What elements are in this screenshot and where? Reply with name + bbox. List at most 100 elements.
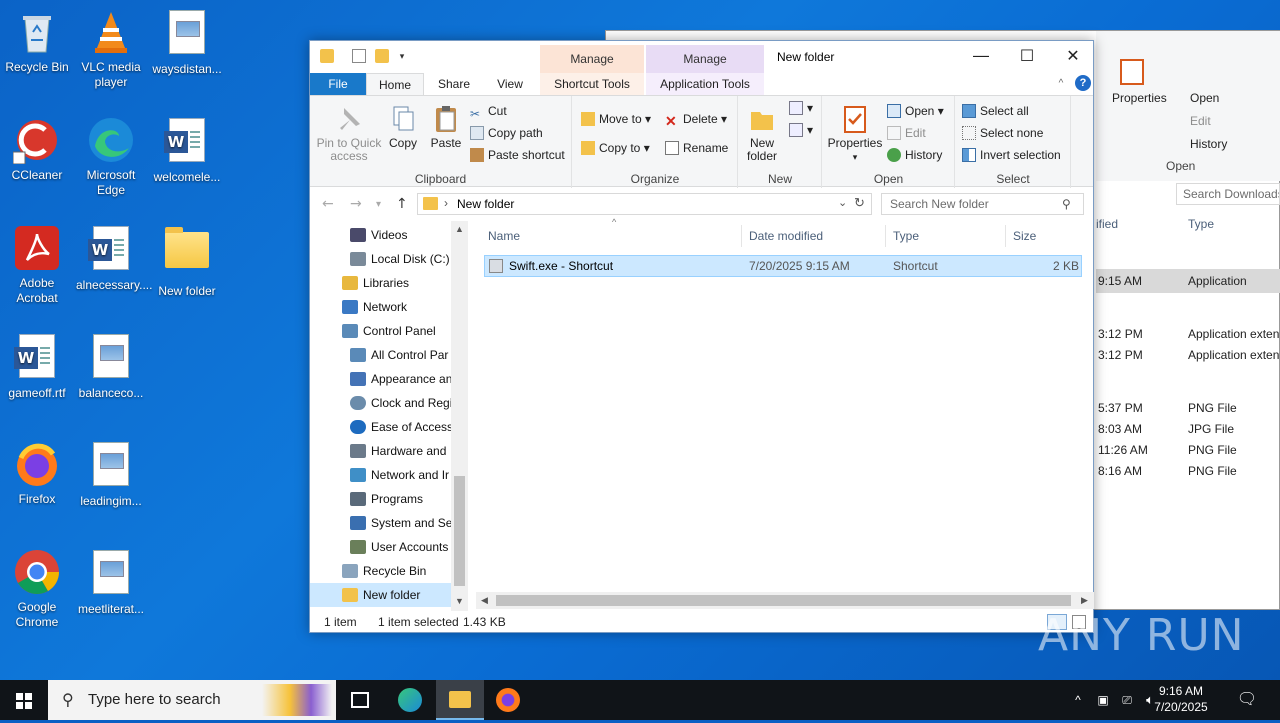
properties-quick-icon[interactable] bbox=[352, 49, 366, 63]
pin-quick-access-button[interactable]: Pin to Quick access bbox=[316, 104, 382, 163]
nav-item-clock-region[interactable]: Clock and Regi bbox=[310, 391, 451, 415]
bg-col-modified[interactable]: ified bbox=[1096, 217, 1118, 231]
edit-button[interactable]: Edit bbox=[887, 123, 926, 143]
scrollbar-thumb[interactable] bbox=[496, 595, 1071, 606]
nav-item-hardware[interactable]: Hardware and bbox=[310, 439, 451, 463]
bg-open-label[interactable]: Open bbox=[1190, 91, 1219, 105]
desktop-icon-firefox[interactable]: Firefox bbox=[0, 440, 74, 507]
nav-item-new-folder[interactable]: New folder bbox=[310, 583, 451, 607]
column-header-size[interactable]: Size bbox=[1013, 229, 1036, 243]
easy-access-button[interactable]: ▾ bbox=[789, 120, 813, 140]
nav-item-programs[interactable]: Programs bbox=[310, 487, 451, 511]
desktop-icon-welcomele[interactable]: W welcomele... bbox=[150, 116, 224, 185]
select-none-button[interactable]: Select none bbox=[962, 123, 1043, 143]
explorer-window[interactable]: ▾ Manage Manage New folder ― ☐ ✕ File Ho… bbox=[309, 40, 1094, 633]
nav-item-control-panel[interactable]: Control Panel bbox=[310, 319, 451, 343]
bg-col-type[interactable]: Type bbox=[1188, 217, 1214, 231]
scroll-left-icon[interactable]: ◀ bbox=[476, 592, 493, 609]
task-view-button[interactable] bbox=[336, 680, 384, 720]
desktop-icon-ccleaner[interactable]: CCleaner bbox=[0, 116, 74, 183]
desktop-icon-adobe-acrobat[interactable]: Adobe Acrobat bbox=[0, 224, 74, 306]
paste-button[interactable]: Paste bbox=[428, 104, 464, 150]
select-all-button[interactable]: Select all bbox=[962, 101, 1029, 121]
device-icon[interactable]: ▣ bbox=[1093, 680, 1113, 720]
show-hidden-icons-button[interactable]: ^ bbox=[1068, 680, 1088, 720]
new-item-button[interactable]: ▾ bbox=[789, 98, 813, 118]
tab-file[interactable]: File bbox=[310, 73, 366, 96]
desktop-icon-gameoff[interactable]: W gameoff.rtf bbox=[0, 332, 74, 401]
desktop-icon-microsoft-edge[interactable]: Microsoft Edge bbox=[74, 116, 148, 198]
bg-edit-label[interactable]: Edit bbox=[1190, 114, 1211, 128]
column-header-date[interactable]: Date modified bbox=[749, 229, 823, 243]
recent-locations-icon[interactable]: ▾ bbox=[376, 199, 381, 210]
bg-search-input[interactable]: Search Downloads bbox=[1176, 183, 1280, 205]
desktop-icon-vlc[interactable]: VLC media player bbox=[74, 8, 148, 90]
move-to-button[interactable]: Move to ▾ bbox=[581, 109, 651, 129]
bg-history-label[interactable]: History bbox=[1190, 137, 1227, 151]
column-divider[interactable] bbox=[1005, 225, 1006, 247]
nav-item-network[interactable]: Network bbox=[310, 295, 451, 319]
column-divider[interactable] bbox=[741, 225, 742, 247]
taskbar-edge-button[interactable] bbox=[386, 680, 434, 720]
title-bar[interactable]: ▾ Manage Manage New folder ― ☐ ✕ bbox=[310, 41, 1093, 73]
start-button[interactable] bbox=[0, 680, 48, 720]
nav-item-all-control-panel[interactable]: All Control Par bbox=[310, 343, 451, 367]
file-row[interactable]: Swift.exe - Shortcut 7/20/2025 9:15 AM S… bbox=[484, 255, 1082, 277]
nav-item-network-internet[interactable]: Network and Ir bbox=[310, 463, 451, 487]
nav-item-user-accounts[interactable]: User Accounts bbox=[310, 535, 451, 559]
tab-application-tools[interactable]: Application Tools bbox=[646, 73, 764, 96]
cut-button[interactable]: ✂ Cut bbox=[470, 101, 507, 121]
invert-selection-button[interactable]: Invert selection bbox=[962, 145, 1061, 165]
breadcrumb-current[interactable]: New folder bbox=[457, 197, 514, 211]
open-button[interactable]: Open ▾ bbox=[887, 101, 944, 121]
scroll-up-icon[interactable]: ▲ bbox=[451, 221, 468, 238]
desktop-icon-waysdistan[interactable]: waysdistan... bbox=[150, 8, 224, 77]
taskbar-explorer-button[interactable] bbox=[436, 680, 484, 720]
network-icon[interactable]: ⎚ bbox=[1116, 680, 1138, 720]
customize-qat-icon[interactable]: ▾ bbox=[395, 49, 409, 63]
desktop-icon-alnecessary[interactable]: W alnecessary.... bbox=[74, 224, 152, 293]
desktop-icon-google-chrome[interactable]: Google Chrome bbox=[0, 548, 74, 630]
notifications-icon[interactable]: 🗨︎ bbox=[1232, 680, 1262, 720]
desktop-icon-recycle-bin[interactable]: Recycle Bin bbox=[0, 8, 74, 75]
column-divider[interactable] bbox=[885, 225, 886, 247]
tab-view[interactable]: View bbox=[482, 73, 538, 96]
column-header-type[interactable]: Type bbox=[893, 229, 919, 243]
paste-shortcut-button[interactable]: Paste shortcut bbox=[470, 145, 565, 165]
nav-item-local-disk[interactable]: Local Disk (C:) bbox=[310, 247, 451, 271]
horizontal-scrollbar[interactable]: ◀ ▶ bbox=[476, 592, 1094, 609]
collapse-ribbon-icon[interactable]: ^ bbox=[1054, 73, 1068, 96]
scroll-right-icon[interactable]: ▶ bbox=[1076, 592, 1093, 609]
maximize-button[interactable]: ☐ bbox=[1004, 41, 1050, 71]
new-folder-quick-icon[interactable] bbox=[375, 49, 389, 63]
new-folder-button[interactable]: New folder bbox=[741, 104, 783, 163]
help-icon[interactable]: ? bbox=[1075, 75, 1091, 91]
nav-item-videos[interactable]: Videos bbox=[310, 223, 451, 247]
copy-to-button[interactable]: Copy to ▾ bbox=[581, 138, 650, 158]
tab-share[interactable]: Share bbox=[426, 73, 482, 96]
properties-button[interactable]: Properties ▾ bbox=[825, 104, 885, 164]
back-arrow-icon[interactable]: ← bbox=[322, 196, 334, 212]
column-header-name[interactable]: Name bbox=[488, 229, 520, 243]
tab-shortcut-tools[interactable]: Shortcut Tools bbox=[540, 73, 644, 96]
history-button[interactable]: History bbox=[887, 145, 942, 165]
search-input[interactable]: Search New folder bbox=[881, 193, 1084, 215]
copy-path-button[interactable]: Copy path bbox=[470, 123, 543, 143]
rename-button[interactable]: Rename bbox=[665, 138, 728, 158]
nav-item-recycle-bin[interactable]: Recycle Bin bbox=[310, 559, 451, 583]
breadcrumb-chevron-icon[interactable]: › bbox=[444, 196, 448, 210]
taskbar-firefox-button[interactable] bbox=[484, 680, 532, 720]
desktop-icon-balanceco[interactable]: balanceco... bbox=[74, 332, 148, 401]
nav-item-appearance[interactable]: Appearance an bbox=[310, 367, 451, 391]
taskbar-clock[interactable]: 9:16 AM 7/20/2025 bbox=[1140, 683, 1222, 715]
close-button[interactable]: ✕ bbox=[1050, 41, 1096, 71]
desktop-icon-leadingim[interactable]: leadingim... bbox=[74, 440, 148, 509]
copy-button[interactable]: Copy bbox=[386, 104, 420, 150]
delete-button[interactable]: ✕ Delete ▾ bbox=[665, 109, 727, 129]
nav-item-system-security[interactable]: System and Sec bbox=[310, 511, 451, 535]
up-arrow-icon[interactable]: ↑ bbox=[396, 196, 408, 212]
nav-item-libraries[interactable]: Libraries bbox=[310, 271, 451, 295]
address-dropdown-icon[interactable]: ⌄ bbox=[838, 196, 847, 209]
refresh-icon[interactable]: ↻ bbox=[854, 195, 865, 211]
scroll-down-icon[interactable]: ▼ bbox=[451, 593, 468, 610]
